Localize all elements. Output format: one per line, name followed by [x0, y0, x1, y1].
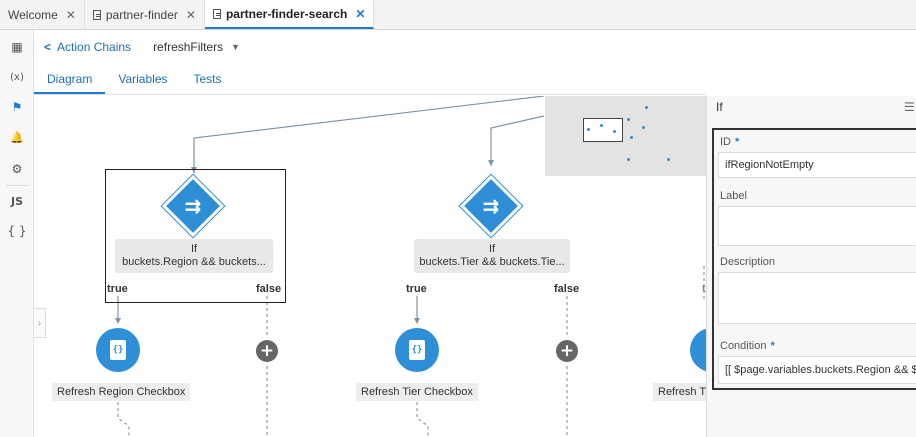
tab-partner-finder-search[interactable]: partner-finder-search ✕ [204, 0, 375, 29]
refresh-region-action-label: Refresh Region Checkbox [52, 383, 191, 401]
document-icon [212, 8, 221, 19]
tab-label: Welcome [8, 7, 58, 22]
action-chains-icon[interactable]: ⚑ [0, 92, 34, 122]
events-icon[interactable]: 🔔 [0, 122, 34, 152]
breadcrumb: < Action Chains refreshFilters ▼ [34, 30, 916, 63]
tab-welcome[interactable]: Welcome ✕ [0, 0, 85, 29]
settings-icon[interactable]: ⚙ [0, 154, 34, 184]
minimap-node [613, 130, 616, 133]
tab-label: partner-finder [105, 7, 178, 22]
tab-diagram[interactable]: Diagram [34, 72, 106, 94]
back-to-action-chains-link[interactable]: < Action Chains [44, 40, 131, 54]
editor-tab-bar: Welcome ✕ partner-finder ✕ partner-finde… [0, 0, 916, 30]
minimap-node [642, 126, 645, 129]
properties-group: ID* ifRegionNotEmpty Label ◢ Description… [712, 128, 916, 390]
chain-name: refreshFilters [153, 39, 224, 54]
condition-field-label: Condition * [720, 340, 775, 352]
true-branch-label: true [406, 283, 427, 295]
description-field[interactable]: ◢ [718, 272, 916, 324]
add-action-icon[interactable]: + [556, 340, 578, 362]
minimap-node [667, 158, 670, 161]
action-chain-select[interactable]: refreshFilters ▼ [153, 40, 240, 54]
tab-variables[interactable]: Variables [105, 72, 180, 94]
json-icon[interactable]: { } [0, 216, 34, 246]
close-icon[interactable]: ✕ [186, 8, 196, 22]
diagram-minimap[interactable] [545, 96, 706, 176]
menu-icon[interactable]: ☰ [904, 100, 915, 114]
if-node-region-label[interactable]: If buckets.Region && buckets... [115, 239, 273, 273]
refresh-region-action-node[interactable]: {} [96, 328, 140, 372]
tab-partner-finder[interactable]: partner-finder ✕ [85, 0, 205, 29]
minimap-node [645, 106, 648, 109]
minimap-node [600, 124, 603, 127]
back-link-label: Action Chains [57, 39, 132, 54]
if-expression: buckets.Region && buckets... [122, 256, 266, 268]
id-field[interactable]: ifRegionNotEmpty [718, 152, 916, 178]
if-title: If [190, 243, 198, 255]
tab-tests[interactable]: Tests [181, 72, 235, 94]
document-icon [92, 9, 101, 20]
description-field-label: Description [720, 256, 776, 268]
condition-field[interactable]: [[ $page.variables.buckets.Region && $ [718, 356, 916, 384]
close-icon[interactable]: ✕ [355, 7, 365, 21]
if-node-tier-label[interactable]: If buckets.Tier && buckets.Tie... [414, 239, 570, 273]
minimap-node [630, 136, 633, 139]
assign-variables-icon: {} [409, 340, 425, 360]
false-branch-label: false [554, 283, 580, 295]
label-field-label: Label [720, 190, 747, 202]
false-branch-label: false [256, 283, 282, 295]
left-rail: ▦ (x) ⚑ 🔔 ⚙ JS { } [0, 30, 34, 437]
panel-title: If [716, 100, 723, 114]
true-branch-label: true [107, 283, 128, 295]
minimap-node [627, 118, 630, 121]
variables-icon[interactable]: (x) [0, 62, 34, 92]
if-title: If [488, 243, 496, 255]
chevron-down-icon: ▼ [231, 41, 240, 52]
expand-panel-handle[interactable]: › [34, 308, 46, 338]
refresh-type-action-label: Refresh Ty [653, 383, 706, 401]
id-field-label: ID * [720, 136, 740, 148]
refresh-tier-action-node[interactable]: {} [395, 328, 439, 372]
components-icon[interactable]: ▦ [0, 32, 34, 62]
minimap-node [587, 128, 590, 131]
minimap-node [627, 158, 630, 161]
refresh-tier-action-label: Refresh Tier Checkbox [356, 383, 478, 401]
add-action-icon[interactable]: + [256, 340, 278, 362]
javascript-icon[interactable]: JS [0, 186, 34, 216]
tab-label: partner-finder-search [225, 6, 348, 21]
branch-icon: ⇉ [482, 194, 500, 218]
close-icon[interactable]: ✕ [66, 8, 76, 22]
branch-icon: ⇉ [184, 194, 202, 218]
label-field[interactable]: ◢ [718, 206, 916, 246]
editor-subtabs: Diagram Variables Tests [34, 63, 706, 95]
assign-variables-icon: {} [110, 340, 126, 360]
chevron-left-icon: < [44, 39, 52, 54]
if-expression: buckets.Tier && buckets.Tie... [419, 256, 565, 268]
